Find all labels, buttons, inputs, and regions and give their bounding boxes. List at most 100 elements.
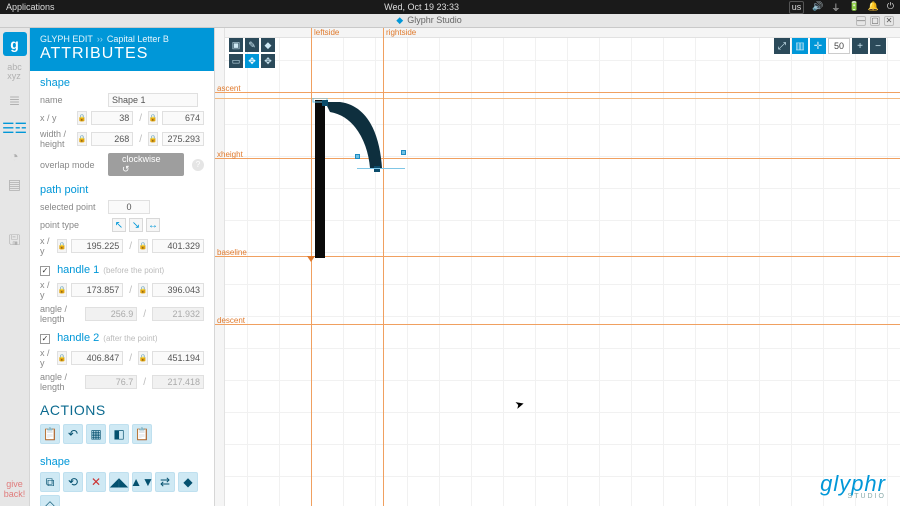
nav-guides-icon[interactable]: ▤ [3,172,27,196]
nav-glyph-edit-icon[interactable]: g [3,32,27,56]
handle2-checkbox[interactable] [40,334,50,344]
nav-save-icon[interactable]: 🖫 [3,230,27,254]
shape-xy-label: x / y [40,113,73,123]
shape-layer-up-button[interactable]: ◆ [178,472,198,492]
glyph-shape[interactable] [310,98,430,268]
section-shape-heading: shape [30,71,214,91]
shape-y-input[interactable] [162,111,204,125]
path-handle[interactable] [401,150,406,155]
path-node[interactable] [374,166,380,172]
section-pathpoint-heading: path point [30,178,214,198]
action-copy-button[interactable]: 📋 [40,424,60,444]
zoom-value[interactable]: 50 [828,38,850,54]
h2-length-input [152,375,204,389]
action-undo-button[interactable]: ↶ [63,424,83,444]
point-type-corner-button[interactable]: ↖ [112,218,126,232]
notifications-icon[interactable]: 🔔 [868,1,879,14]
h2-angle-input [85,375,137,389]
volume-icon[interactable]: 🔊 [812,1,823,14]
window-minimize-button[interactable]: — [856,16,866,26]
system-clock: Wed, Oct 19 23:33 [55,2,789,12]
shape-rotate-button[interactable]: ⟲ [63,472,83,492]
lock-py-icon[interactable]: 🔒 [138,239,148,253]
shape-delete-button[interactable]: ✕ [86,472,106,492]
tool-pan-button[interactable]: ✥ [261,54,275,68]
point-type-symmetric-button[interactable]: ↔ [146,218,160,232]
window-close-button[interactable]: ✕ [884,16,894,26]
h1-y-input[interactable] [152,283,204,297]
selected-point-label: selected point [40,202,104,212]
shape-flipv-button[interactable]: ▲▼ [132,472,152,492]
lock-h-icon[interactable]: 🔒 [148,132,158,146]
glyphr-logo: glyphr STUDIO [820,471,886,500]
point-y-input[interactable] [152,239,204,253]
lock-x-icon[interactable]: 🔒 [77,111,87,125]
point-type-flat-button[interactable]: ↘ [129,218,143,232]
path-node[interactable] [322,100,328,106]
view-1to1-button[interactable]: ▥ [792,38,808,54]
lock-h2x-icon[interactable]: 🔒 [57,351,67,365]
h1-x-input[interactable] [71,283,123,297]
tool-pen-button[interactable]: ✎ [245,38,259,52]
shape-fliph-button[interactable]: ◢◣ [109,472,129,492]
system-bar: Applications Wed, Oct 19 23:33 us 🔊 ⏚ 🔋 … [0,0,900,14]
tool-path-edit-button[interactable]: ✥ [245,54,259,68]
h2-x-input[interactable] [71,351,123,365]
view-fit-button[interactable]: ⤢ [774,38,790,54]
nav-characters-icon[interactable]: abcxyz [3,60,27,84]
shape-copy-button[interactable]: ⧉ [40,472,60,492]
view-toolbar: ⤢ ▥ ✛ 50 + − [774,38,886,54]
applications-menu[interactable]: Applications [6,2,55,12]
shape-layer-down-button[interactable]: ◇ [40,495,60,506]
zoom-in-button[interactable]: + [852,38,868,54]
shape-name-input[interactable] [108,93,198,107]
point-x-input[interactable] [71,239,123,253]
lock-w-icon[interactable]: 🔒 [77,132,87,146]
power-icon[interactable]: ⏻ [887,1,894,14]
shape-wh-label: width / height [40,129,73,149]
path-handle[interactable] [355,154,360,159]
lock-h1x-icon[interactable]: 🔒 [57,283,67,297]
glyph-edit-canvas[interactable]: ▣ ✎ ◆ ▭ ✥ ✥ ⤢ ▥ ✛ 50 + − ➤ glyphr STUDIO [215,28,900,506]
tool-shape-button[interactable]: ◆ [261,38,275,52]
overlap-mode-button[interactable]: clockwise ↺ [108,153,184,176]
handle-line [357,168,405,169]
nav-attributes-icon[interactable]: ☰☲ [3,116,27,140]
zoom-out-button[interactable]: − [870,38,886,54]
point-xy-label: x / y [40,236,53,256]
breadcrumb: GLYPH EDIT››Capital Letter B [40,34,204,44]
lock-px-icon[interactable]: 🔒 [57,239,67,253]
window-title: Glyphr Studio [407,15,462,25]
keyboard-layout-indicator[interactable]: us [789,1,805,14]
h1-length-input [152,307,204,321]
shape-reverse-button[interactable]: ⇄ [155,472,175,492]
info-icon[interactable]: ? [192,159,204,171]
shape-w-input[interactable] [91,132,133,146]
window-maximize-button[interactable]: ▢ [870,16,880,26]
panel-title: ATTRIBUTES [40,45,204,63]
nav-layers-icon[interactable]: ≣ [3,88,27,112]
handle1-checkbox[interactable] [40,266,50,276]
h2-y-input[interactable] [152,351,204,365]
tool-edit-button[interactable]: ▭ [229,54,243,68]
h1-angle-input [85,307,137,321]
action-add-shape-button[interactable]: ▦ [86,424,106,444]
shape-h-input[interactable] [162,132,204,146]
give-back-link[interactable]: give back! [4,480,26,500]
lock-h1y-icon[interactable]: 🔒 [138,283,148,297]
lock-y-icon[interactable]: 🔒 [148,111,158,125]
tool-arrow-button[interactable]: ▣ [229,38,243,52]
battery-icon[interactable]: 🔋 [848,1,859,14]
network-icon[interactable]: ⏚ [831,1,840,14]
shape-name-label: name [40,95,104,105]
action-add-component-button[interactable]: ◧ [109,424,129,444]
window-titlebar: ◆Glyphr Studio — ▢ ✕ [0,14,900,28]
shape-x-input[interactable] [91,111,133,125]
selected-point-input[interactable] [108,200,150,214]
action-paste-button[interactable]: 📋 [132,424,152,444]
lock-h2y-icon[interactable]: 🔒 [138,351,148,365]
overlap-label: overlap mode [40,160,104,170]
nav-history-icon[interactable]: ◔ [3,144,27,168]
view-center-button[interactable]: ✛ [810,38,826,54]
attributes-panel: GLYPH EDIT››Capital Letter B ATTRIBUTES … [30,28,215,506]
